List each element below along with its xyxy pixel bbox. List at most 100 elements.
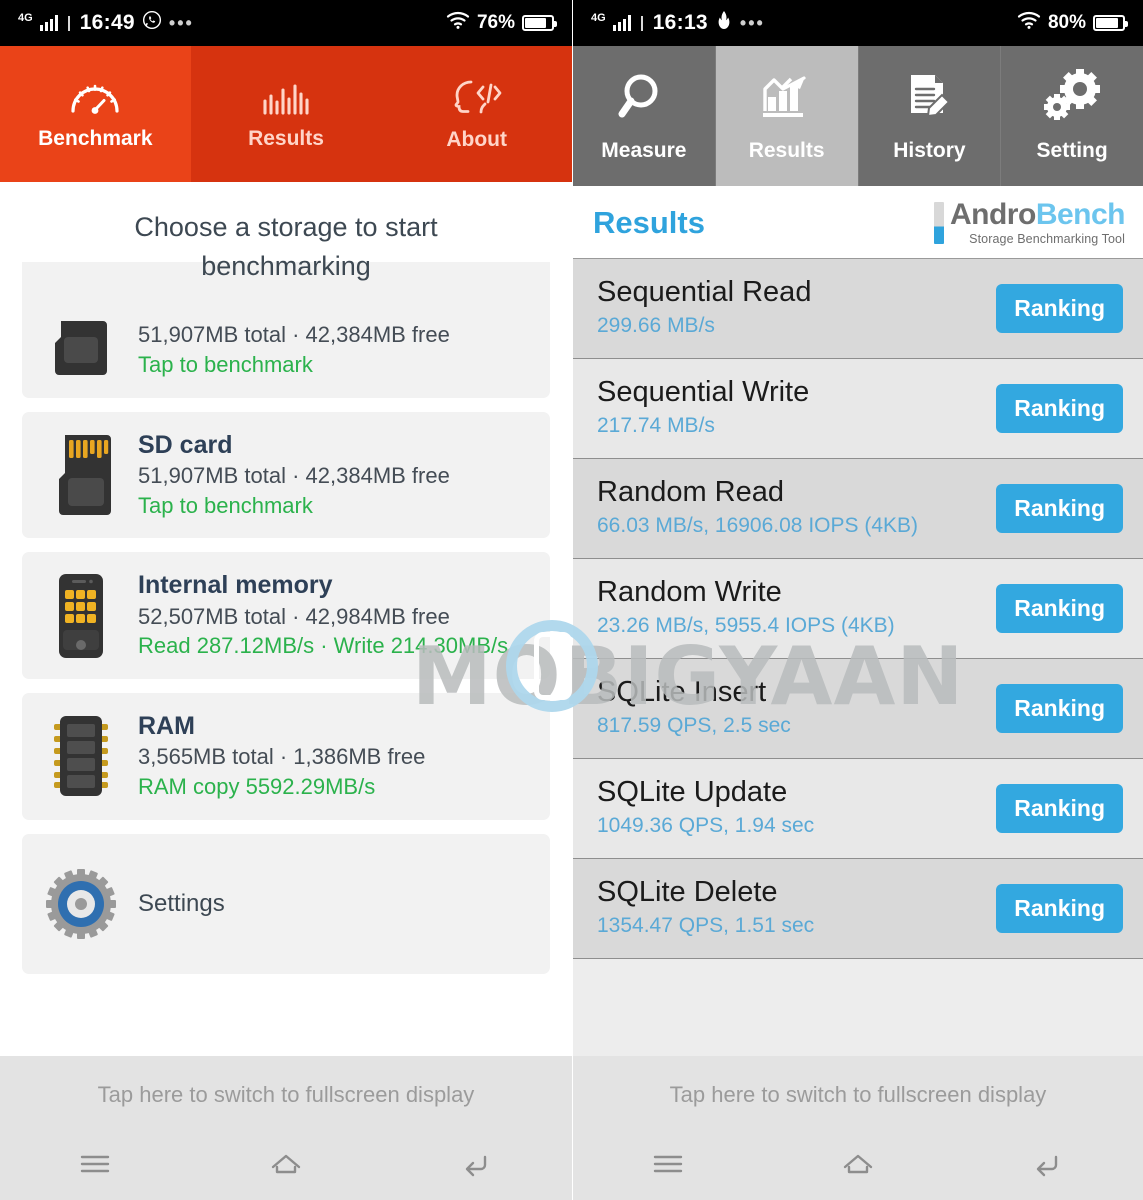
tab-results[interactable]: Results — [715, 46, 859, 186]
result-name: SQLite Delete — [597, 875, 778, 908]
result-text: SQLite Delete 1354.47 QPS, 1.51 sec — [597, 875, 996, 941]
result-row-sqlite-update[interactable]: SQLite Update 1049.36 QPS, 1.94 sec Rank… — [573, 758, 1143, 859]
androbench-logo: AndroBench Storage Benchmarking Tool — [933, 198, 1126, 246]
right-tab-bar: Measure Results History Setting — [573, 46, 1143, 186]
storage-name: SD card — [138, 430, 233, 459]
status-divider — [640, 15, 643, 31]
ram-chip-icon — [42, 712, 120, 800]
storage-item-sd-card[interactable]: SD card 51,907MB total · 42,384MB free T… — [22, 411, 550, 539]
result-text: SQLite Update 1049.36 QPS, 1.94 sec — [597, 775, 996, 841]
tab-setting-label: Setting — [1036, 139, 1108, 162]
gear-icon — [42, 868, 120, 940]
storage-capacity: 52,507MB total · 42,984MB free — [138, 603, 450, 629]
logo-part-a: Andro — [949, 198, 1036, 231]
status-clock: 16:49 — [79, 11, 135, 34]
status-right-cluster: 76% — [446, 11, 557, 35]
menu-button[interactable] — [573, 1151, 763, 1177]
storage-item-ram[interactable]: RAM 3,565MB total · 1,386MB free RAM cop… — [22, 692, 550, 820]
phone-icon — [42, 572, 120, 660]
result-row-sequential-write[interactable]: Sequential Write 217.74 MB/s Ranking — [573, 358, 1143, 459]
signal-bars-icon — [39, 15, 58, 31]
tab-benchmark[interactable]: Benchmark — [0, 46, 191, 182]
ranking-button[interactable]: Ranking — [996, 883, 1123, 933]
sd-card-icon — [42, 320, 120, 379]
result-name: SQLite Update — [597, 775, 788, 808]
ranking-button[interactable]: Ranking — [996, 683, 1123, 733]
ranking-button[interactable]: Ranking — [996, 483, 1123, 533]
status-divider — [67, 15, 70, 31]
network-type-label: 4G — [591, 11, 606, 24]
home-button[interactable] — [763, 1150, 953, 1178]
storage-action: Tap to benchmark — [138, 492, 313, 518]
storage-item-text: Internal memory 52,507MB total · 42,984M… — [138, 570, 530, 661]
tab-about-label: About — [446, 128, 507, 151]
result-row-random-read[interactable]: Random Read 66.03 MB/s, 16906.08 IOPS (4… — [573, 458, 1143, 559]
left-tab-bar: Benchmark Results About — [0, 46, 572, 182]
storage-item-internal-memory[interactable]: Internal memory 52,507MB total · 42,984M… — [22, 552, 550, 679]
settings-row[interactable]: Settings — [22, 833, 550, 974]
speedometer-icon — [67, 77, 123, 117]
result-name: Random Write — [597, 575, 782, 608]
ranking-button[interactable]: Ranking — [996, 583, 1123, 633]
battery-percent-label: 80% — [1047, 12, 1086, 33]
fullscreen-hint[interactable]: Tap here to switch to fullscreen display — [573, 1056, 1143, 1128]
result-row-sqlite-delete[interactable]: SQLite Delete 1354.47 QPS, 1.51 sec Rank… — [573, 858, 1143, 959]
status-right-cluster: 80% — [1017, 11, 1128, 35]
growth-chart-icon — [759, 69, 815, 131]
left-nav-bar — [0, 1128, 572, 1200]
tab-measure[interactable]: Measure — [573, 46, 716, 186]
tab-results-label: Results — [248, 127, 324, 150]
storage-item-text: RAM 3,565MB total · 1,386MB free RAM cop… — [138, 711, 530, 802]
logo-part-b: Bench — [1035, 198, 1126, 231]
tab-measure-label: Measure — [601, 139, 687, 162]
tab-history[interactable]: History — [859, 46, 1002, 186]
result-row-sqlite-insert[interactable]: SQLite Insert 817.59 QPS, 2.5 sec Rankin… — [573, 658, 1143, 759]
back-button[interactable] — [381, 1150, 572, 1178]
result-text: SQLite Insert 817.59 QPS, 2.5 sec — [597, 675, 996, 741]
bar-chart-icon — [258, 77, 314, 117]
home-button[interactable] — [191, 1150, 382, 1178]
ranking-button[interactable]: Ranking — [996, 783, 1123, 833]
result-value: 1354.47 QPS, 1.51 sec — [597, 913, 815, 937]
result-name: Random Read — [597, 475, 784, 508]
storage-action: RAM copy 5592.29MB/s — [138, 773, 376, 799]
ranking-button[interactable]: Ranking — [996, 383, 1123, 433]
document-pencil-icon — [901, 69, 957, 131]
left-status-bar: 4G 16:49 ••• 76% — [0, 0, 572, 46]
storage-list: 51,907MB total · 42,384MB free Tap to be… — [0, 262, 572, 974]
result-value: 23.26 MB/s, 5955.4 IOPS (4KB) — [597, 613, 895, 637]
battery-icon — [1093, 15, 1128, 31]
storage-capacity: 3,565MB total · 1,386MB free — [138, 744, 426, 770]
tab-about[interactable]: About — [381, 46, 572, 182]
fullscreen-hint[interactable]: Tap here to switch to fullscreen display — [0, 1056, 572, 1128]
left-bottom-area: Tap here to switch to fullscreen display — [0, 1056, 572, 1200]
wifi-icon — [446, 11, 470, 35]
right-phone-screen: 4G 16:13 ••• 80% Measure Results History… — [572, 0, 1143, 1200]
result-value: 1049.36 QPS, 1.94 sec — [597, 813, 815, 837]
menu-icon — [651, 1151, 685, 1177]
menu-button[interactable] — [0, 1151, 191, 1177]
result-text: Random Read 66.03 MB/s, 16906.08 IOPS (4… — [597, 475, 996, 541]
tulip-icon — [715, 10, 733, 36]
logo-bar-icon — [933, 202, 944, 244]
back-icon — [1031, 1150, 1065, 1178]
status-clock: 16:13 — [652, 11, 708, 34]
logo-tagline: Storage Benchmarking Tool — [969, 232, 1125, 246]
storage-item-text: 51,907MB total · 42,384MB free Tap to be… — [138, 320, 530, 379]
section-title: Results — [593, 204, 705, 240]
result-text: Random Write 23.26 MB/s, 5955.4 IOPS (4K… — [597, 575, 996, 641]
result-value: 299.66 MB/s — [597, 313, 715, 337]
result-row-sequential-read[interactable]: Sequential Read 299.66 MB/s Ranking — [573, 258, 1143, 359]
storage-action: Read 287.12MB/s · Write 214.30MB/s — [138, 633, 509, 659]
status-overflow-dots: ••• — [739, 12, 765, 33]
right-status-bar: 4G 16:13 ••• 80% — [573, 0, 1143, 46]
magnifier-icon — [616, 69, 672, 131]
tab-setting[interactable]: Setting — [1001, 46, 1143, 186]
result-name: Sequential Read — [597, 275, 812, 308]
result-name: SQLite Insert — [597, 675, 767, 708]
result-row-random-write[interactable]: Random Write 23.26 MB/s, 5955.4 IOPS (4K… — [573, 558, 1143, 659]
ranking-button[interactable]: Ranking — [996, 283, 1123, 333]
logo-wordmark: AndroBench — [949, 198, 1126, 231]
back-button[interactable] — [953, 1150, 1143, 1178]
tab-results[interactable]: Results — [191, 46, 382, 182]
